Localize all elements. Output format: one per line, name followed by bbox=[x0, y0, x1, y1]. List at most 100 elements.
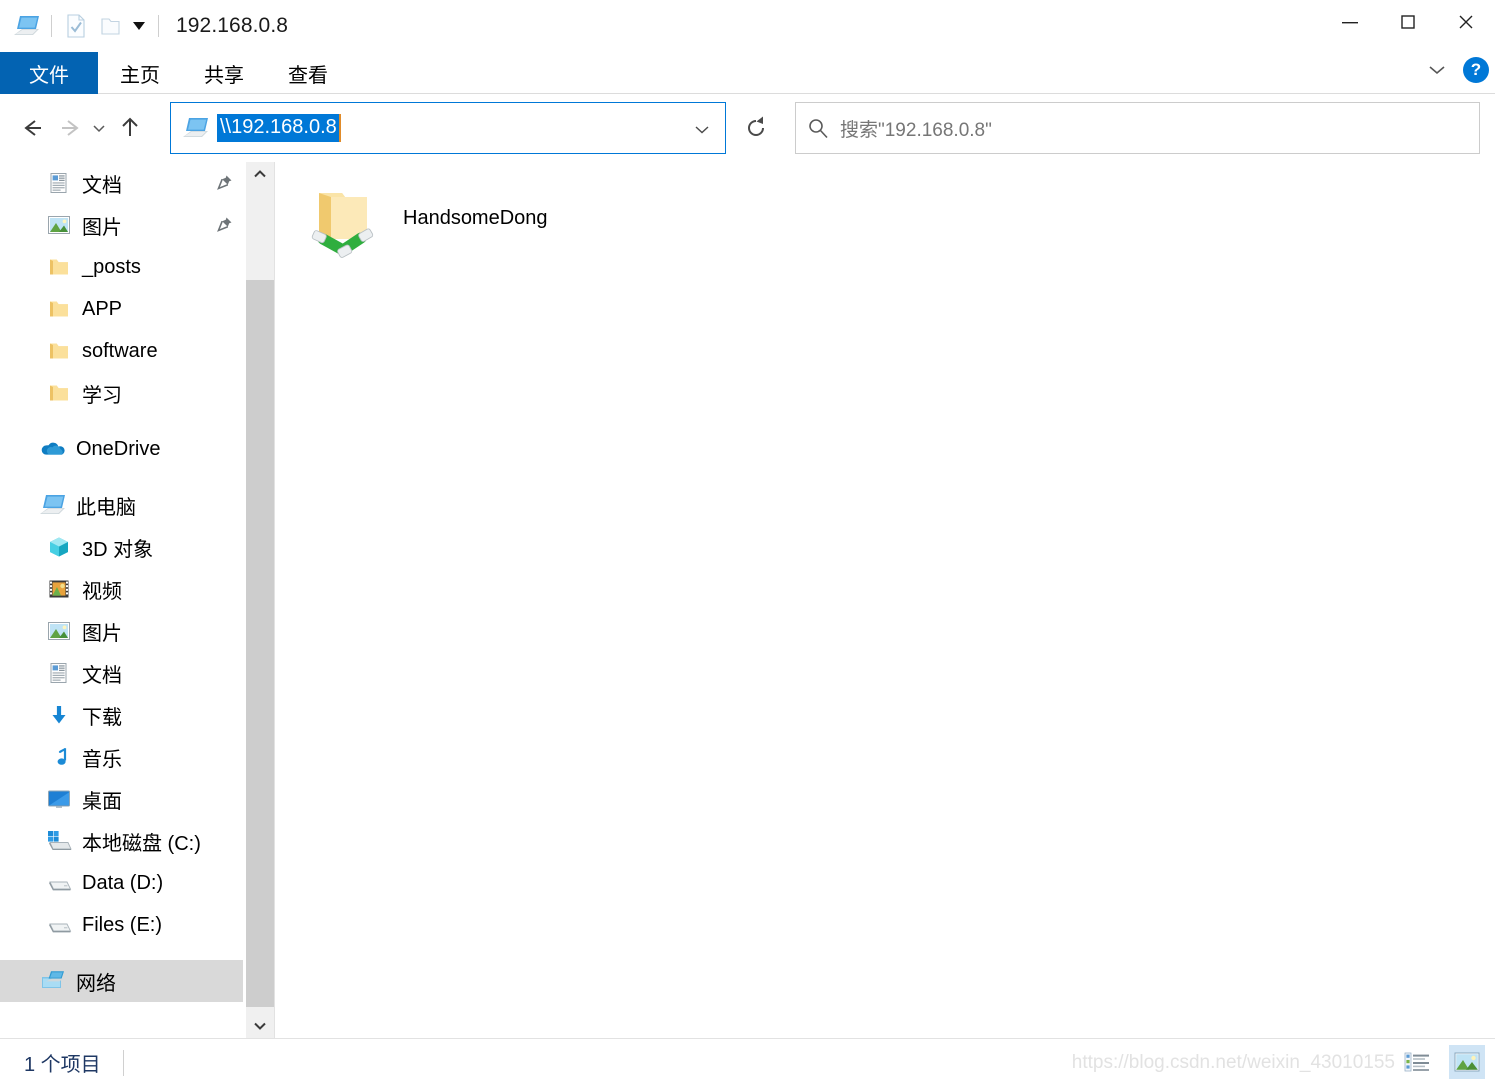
sidebar-item-11[interactable]: 文档 bbox=[0, 652, 243, 694]
details-view-button[interactable] bbox=[1399, 1045, 1435, 1079]
address-input[interactable]: \\192.168.0.8 bbox=[217, 114, 341, 142]
folder-icon bbox=[44, 380, 74, 406]
sidebar-item-18[interactable]: 网络 bbox=[0, 960, 243, 1002]
chevron-down-icon[interactable] bbox=[1421, 54, 1453, 86]
sidebar-item-3[interactable]: APP bbox=[0, 288, 243, 330]
view-mode-buttons bbox=[1399, 1045, 1485, 1079]
sidebar-item-label: 文档 bbox=[82, 664, 122, 687]
sidebar-item-13[interactable]: 音乐 bbox=[0, 736, 243, 778]
onedrive-icon bbox=[38, 436, 68, 462]
sidebar-item-label: Data (D:) bbox=[82, 871, 164, 894]
sidebar-item-15[interactable]: 本地磁盘 (C:) bbox=[0, 820, 243, 862]
sidebar-item-12[interactable]: 下载 bbox=[0, 694, 243, 736]
status-separator bbox=[122, 1049, 124, 1076]
sidebar-item-2[interactable]: _posts bbox=[0, 246, 243, 288]
3d-objects-icon bbox=[44, 534, 74, 560]
drive-icon bbox=[44, 912, 74, 938]
music-icon bbox=[44, 744, 74, 770]
search-input[interactable]: 搜索"192.168.0.8" bbox=[840, 115, 992, 142]
document-icon bbox=[44, 660, 74, 686]
window-controls bbox=[1321, 0, 1495, 40]
toolbar-separator-1 bbox=[51, 15, 52, 37]
sidebar-item-1[interactable]: 图片 bbox=[0, 204, 243, 246]
scroll-up-arrow-icon[interactable] bbox=[246, 162, 274, 186]
search-box[interactable]: 搜索"192.168.0.8" bbox=[795, 102, 1480, 154]
sidebar-item-label: 下载 bbox=[82, 706, 122, 729]
sidebar-item-6[interactable]: OneDrive bbox=[0, 428, 243, 470]
minimize-button[interactable] bbox=[1321, 0, 1379, 44]
sidebar-item-label: 此电脑 bbox=[76, 496, 136, 519]
ribbon-right-controls: ? bbox=[1421, 54, 1489, 86]
shared-folder-icon bbox=[295, 173, 391, 263]
recent-locations-dropdown-icon[interactable] bbox=[86, 108, 112, 148]
status-bar: 1 个项目 https://blog.csdn.net/weixin_43010… bbox=[0, 1038, 1495, 1086]
sidebar-item-10[interactable]: 图片 bbox=[0, 610, 243, 652]
sidebar-item-4[interactable]: software bbox=[0, 330, 243, 372]
folder-icon bbox=[44, 338, 74, 364]
large-icons-view-button[interactable] bbox=[1449, 1045, 1485, 1079]
address-computer-icon bbox=[179, 117, 213, 139]
pictures-icon bbox=[44, 212, 74, 238]
tab-file[interactable]: 文件 bbox=[0, 52, 98, 94]
sidebar-item-0[interactable]: 文档 bbox=[0, 162, 243, 204]
navigation-pane-scrollbar[interactable] bbox=[246, 162, 274, 1038]
sidebar-item-label: 音乐 bbox=[82, 748, 122, 771]
sidebar-item-label: Files (E:) bbox=[82, 913, 162, 936]
sidebar-item-9[interactable]: 视频 bbox=[0, 568, 243, 610]
new-folder-icon[interactable] bbox=[93, 9, 127, 43]
sidebar-group-spacer bbox=[0, 946, 243, 960]
pin-icon[interactable] bbox=[217, 173, 233, 196]
address-bar[interactable]: \\192.168.0.8 bbox=[170, 102, 726, 154]
sidebar-item-label: 文档 bbox=[82, 174, 122, 197]
navigation-pane: 文档 图片 _posts APP software 学习 OneDrive 此电脑 3D 对象视… bbox=[0, 162, 243, 1038]
sidebar-item-label: software bbox=[82, 339, 158, 362]
window-title: 192.168.0.8 bbox=[176, 14, 289, 37]
desktop-icon bbox=[44, 786, 74, 812]
forward-button[interactable] bbox=[50, 108, 86, 148]
list-item[interactable]: HandsomeDong bbox=[295, 170, 595, 266]
sidebar-item-label: 图片 bbox=[82, 216, 122, 239]
tab-view[interactable]: 查看 bbox=[266, 52, 350, 94]
sidebar-item-label: 网络 bbox=[76, 972, 116, 995]
back-button[interactable] bbox=[14, 108, 50, 148]
sidebar-item-label: OneDrive bbox=[76, 437, 161, 460]
refresh-button[interactable] bbox=[730, 102, 782, 154]
toolbar-separator-2 bbox=[158, 15, 159, 37]
up-button[interactable] bbox=[112, 108, 148, 148]
sidebar-item-8[interactable]: 3D 对象 bbox=[0, 526, 243, 568]
pin-icon[interactable] bbox=[217, 215, 233, 238]
file-list-pane[interactable]: HandsomeDong bbox=[275, 162, 1495, 1038]
item-count-label: 1 个项目 bbox=[24, 1054, 101, 1076]
sidebar-item-5[interactable]: 学习 bbox=[0, 372, 243, 414]
maximize-button[interactable] bbox=[1379, 0, 1437, 44]
file-explorer-window: 192.168.0.8 文件 主页 共享 查看 ? \\192.168.0.8 … bbox=[0, 0, 1495, 1086]
sidebar-item-label: _posts bbox=[82, 255, 141, 278]
sidebar-item-label: 学习 bbox=[82, 384, 122, 407]
help-button[interactable]: ? bbox=[1463, 57, 1489, 83]
sidebar-item-label: 图片 bbox=[82, 622, 122, 645]
videos-icon bbox=[44, 576, 74, 602]
sidebar-item-label: APP bbox=[82, 297, 123, 320]
folder-icon bbox=[44, 296, 74, 322]
close-button[interactable] bbox=[1437, 0, 1495, 44]
sidebar-item-label: 3D 对象 bbox=[82, 538, 154, 561]
sidebar-group-spacer bbox=[0, 414, 243, 428]
tab-home[interactable]: 主页 bbox=[98, 52, 182, 94]
sidebar-item-label: 视频 bbox=[82, 580, 122, 603]
list-item-label: HandsomeDong bbox=[403, 206, 548, 229]
sidebar-item-17[interactable]: Files (E:) bbox=[0, 904, 243, 946]
properties-icon[interactable] bbox=[59, 9, 93, 43]
folder-icon bbox=[44, 254, 74, 280]
address-dropdown-icon[interactable] bbox=[689, 117, 715, 141]
sidebar-item-14[interactable]: 桌面 bbox=[0, 778, 243, 820]
computer-icon[interactable] bbox=[10, 9, 44, 43]
sidebar-item-label: 桌面 bbox=[82, 790, 122, 813]
tab-share[interactable]: 共享 bbox=[182, 52, 266, 94]
sidebar-item-16[interactable]: Data (D:) bbox=[0, 862, 243, 904]
quick-access-dropdown-icon[interactable] bbox=[127, 11, 151, 41]
scrollbar-thumb[interactable] bbox=[246, 280, 274, 1007]
ribbon-tab-bar: 文件 主页 共享 查看 ? bbox=[0, 52, 1495, 94]
scroll-down-arrow-icon[interactable] bbox=[246, 1014, 274, 1038]
sidebar-item-7[interactable]: 此电脑 bbox=[0, 484, 243, 526]
computer-icon bbox=[38, 492, 68, 518]
